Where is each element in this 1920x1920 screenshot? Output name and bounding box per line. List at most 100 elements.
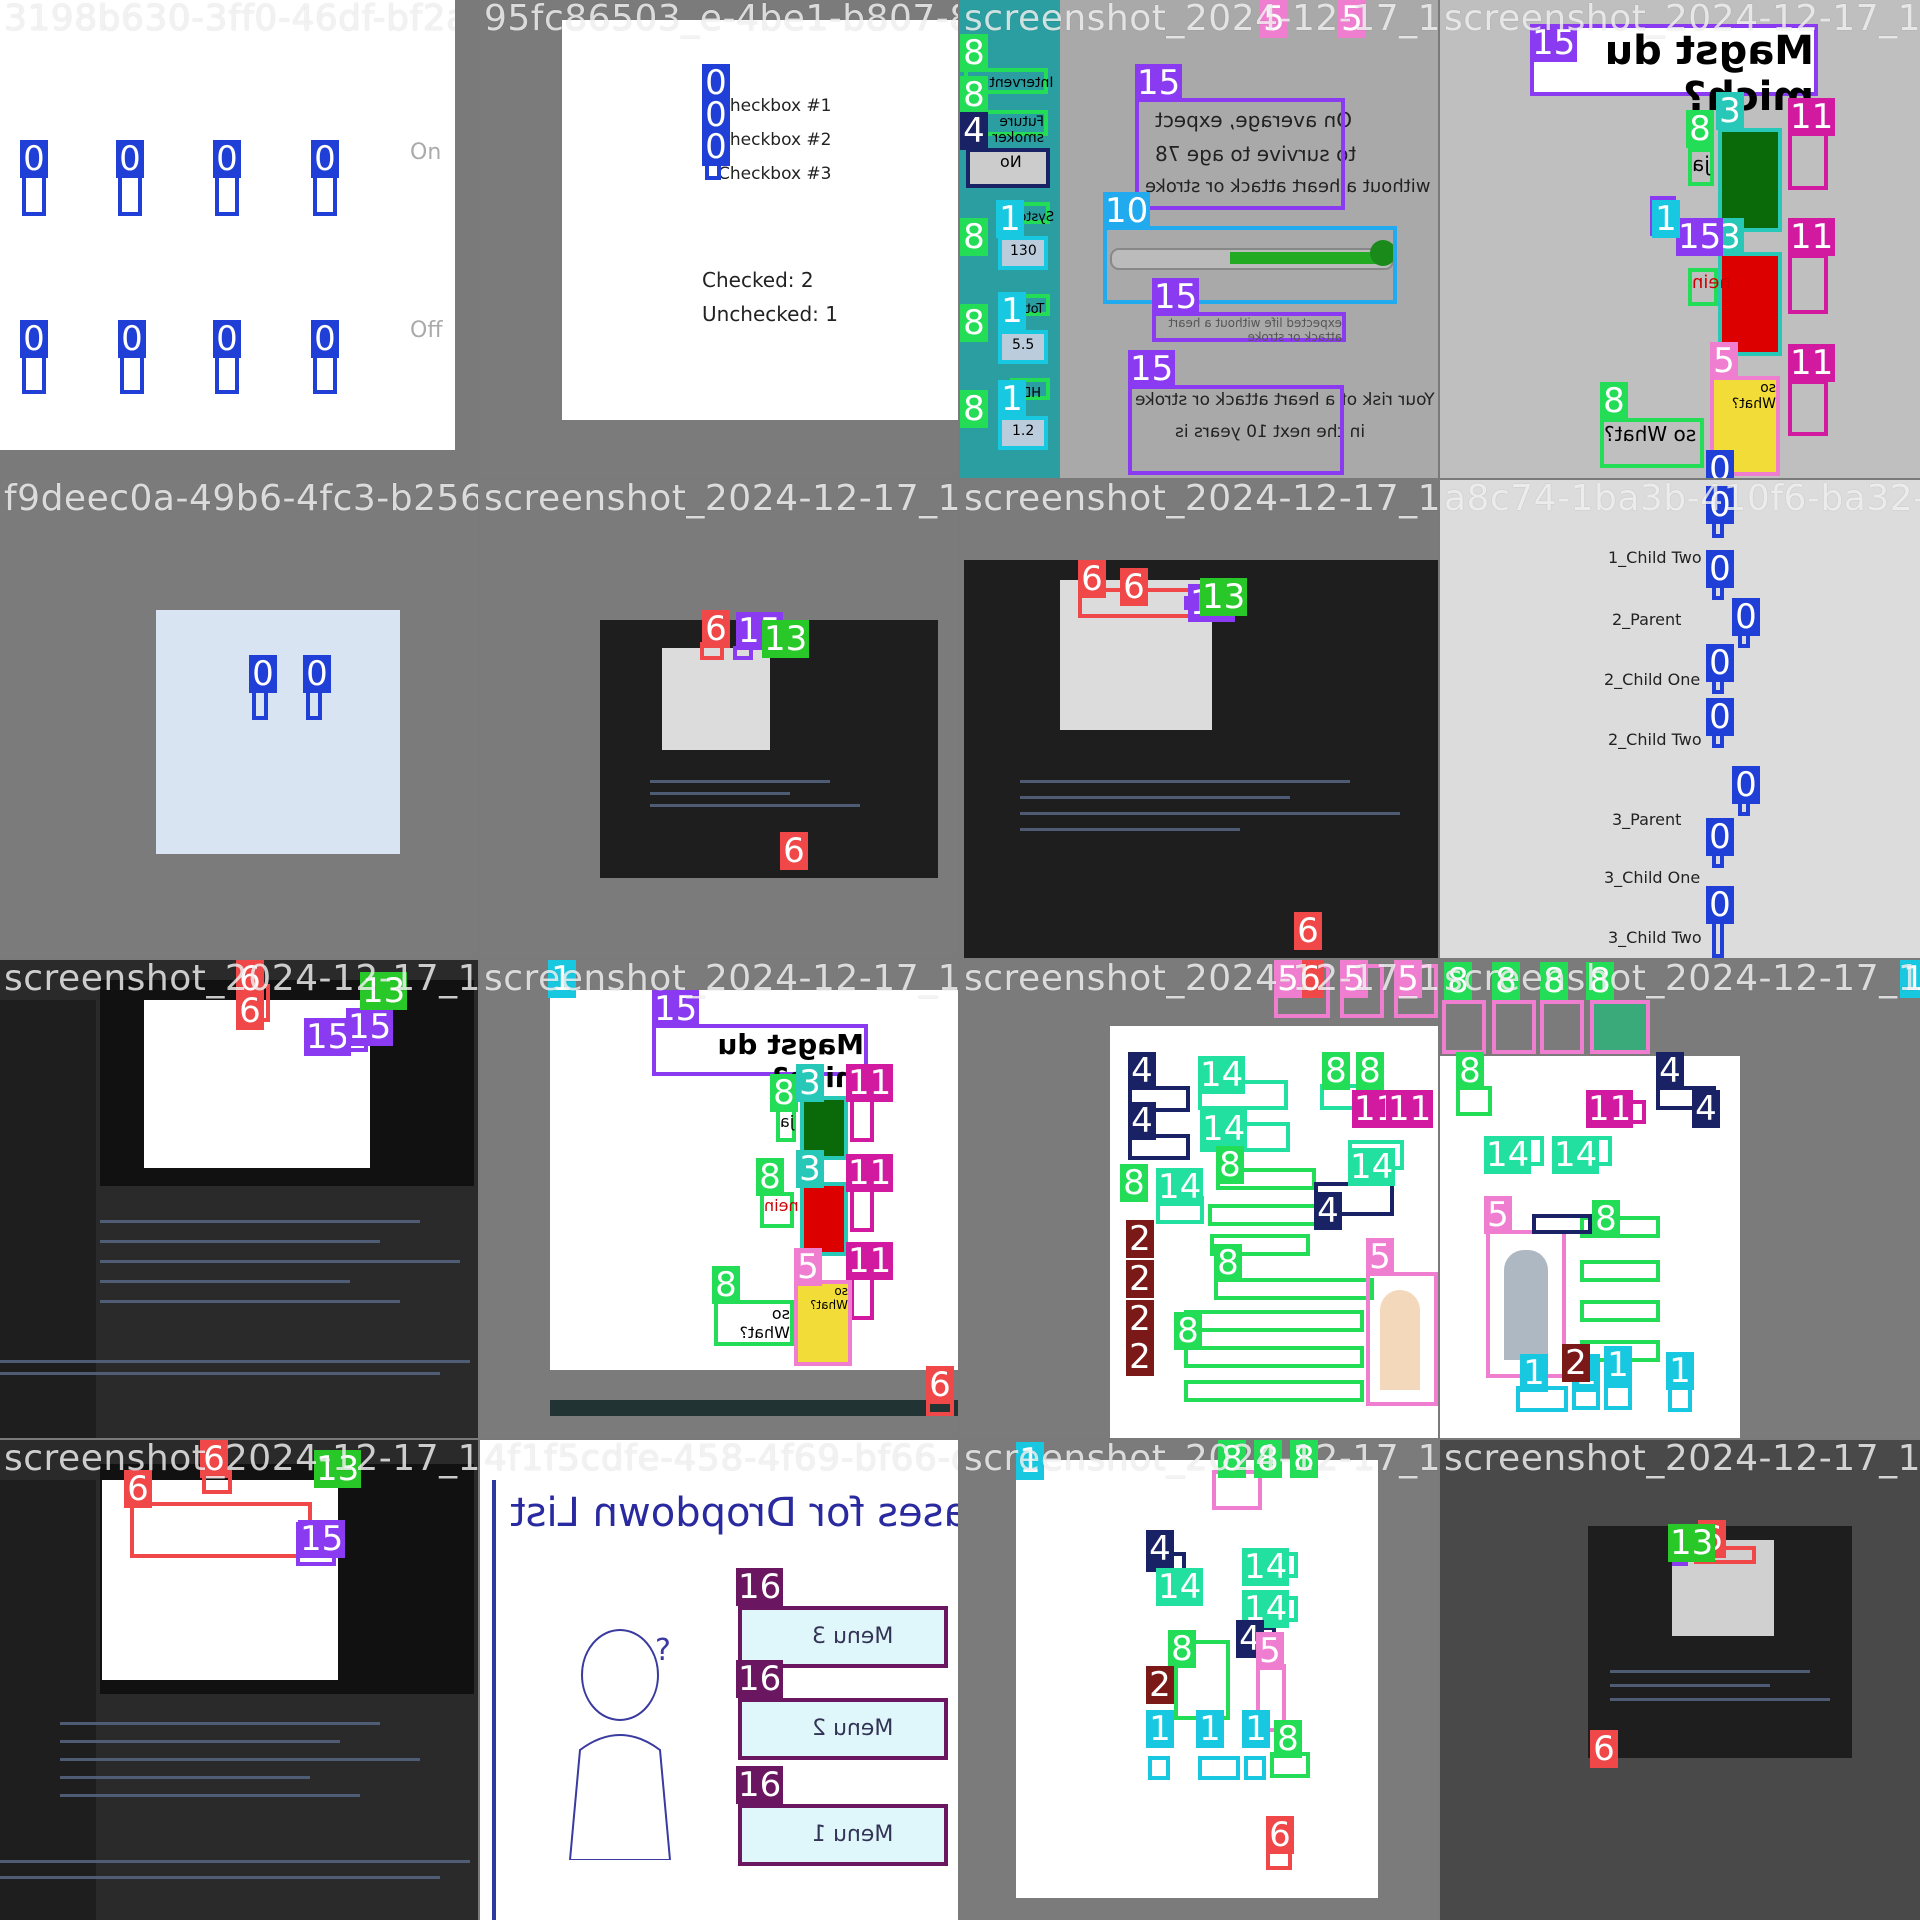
class-label-badge: 5	[1256, 1632, 1284, 1670]
class-label-badge: 4	[1314, 1192, 1342, 1230]
code-line	[650, 804, 860, 807]
class-label-badge: 6	[780, 832, 808, 870]
class-label-badge: 8	[1168, 1630, 1196, 1668]
thumb-2[interactable]	[1492, 1000, 1536, 1054]
code-line	[1020, 812, 1400, 815]
code-line	[60, 1758, 420, 1761]
so-what-radio[interactable]	[1788, 380, 1828, 436]
class-label-badge: 1	[998, 380, 1026, 418]
class-label-badge: 1	[998, 292, 1026, 330]
button-load[interactable]	[1604, 1384, 1632, 1410]
class-label-badge: 8	[1274, 1720, 1302, 1758]
class-label-badge: 15	[1128, 349, 1176, 389]
class-label-badge: 11	[1788, 343, 1836, 383]
class-label-badge: 5	[1366, 1238, 1394, 1276]
text-label: ja	[780, 1112, 795, 1131]
class-label-badge: 10	[1103, 191, 1151, 231]
class-label-badge: 6	[926, 1366, 954, 1404]
button-3[interactable]	[1244, 1756, 1266, 1780]
class-label-badge: 3	[1716, 92, 1744, 130]
class-label-badge: 0	[1706, 550, 1734, 588]
thumb-4[interactable]	[1590, 1000, 1650, 1054]
so-what-label: so What?	[714, 1300, 794, 1346]
class-label-badge: 1	[1604, 1346, 1632, 1384]
hdl-input[interactable]: 1.2	[998, 416, 1048, 450]
field-row-2	[1580, 1260, 1660, 1282]
class-label-badge: 11	[1788, 97, 1836, 137]
ide-sidebar	[0, 1480, 96, 1920]
tree-item-3: 2_Child One	[1604, 670, 1701, 689]
tile-heart-risk: screenshot_2024-12-17_15-38 Intervention…	[960, 0, 1438, 478]
nein-label: nein	[760, 1192, 799, 1228]
nein-button[interactable]	[800, 1182, 848, 1256]
class-label-badge: 6	[1294, 912, 1322, 950]
total-input[interactable]: 5.5	[998, 330, 1048, 364]
class-label-badge: 8	[960, 76, 988, 114]
nein-radio[interactable]	[1788, 254, 1828, 314]
class-label-badge: 2	[1126, 1300, 1154, 1338]
tree-item-2: 2_Parent	[1612, 610, 1682, 629]
ja-label: ja	[1688, 148, 1714, 186]
class-label-badge: 13	[1668, 1523, 1716, 1563]
code-line	[1020, 796, 1290, 799]
risk-slider[interactable]	[1103, 226, 1397, 304]
label-row-2	[1208, 1204, 1318, 1226]
tile-ide: screenshot_2024-12-17_15- 6 6 15 13 6	[960, 480, 1438, 958]
class-label-badge: 0	[1706, 698, 1734, 736]
class-label-badge: 11	[846, 1063, 894, 1103]
label-on: On	[410, 140, 442, 165]
smoker-dropdown[interactable]: No	[966, 148, 1050, 188]
tile-ide-small-2: screenshot_2024-12-17_15- 6 13 6	[1440, 1440, 1920, 1920]
tile-title: 4f1f5cdfe-458-4f69-bf66-d6	[484, 1440, 958, 1479]
tile-magst-du-mich: screenshot_2024-12-17_15- Magst du mich?…	[1440, 0, 1920, 478]
class-label-badge: 8	[1686, 110, 1714, 148]
class-label-badge: 1	[1652, 200, 1680, 238]
dialog-panel	[156, 610, 400, 854]
class-label-badge: 16	[736, 1567, 784, 1607]
tile-title: screenshot_2024-12-17_15-	[964, 960, 1438, 999]
class-label-badge: 1	[1666, 1352, 1694, 1390]
text-label: Test Cases for Dropdown List	[510, 1490, 958, 1536]
class-label-badge: 3	[796, 1064, 824, 1102]
question-title: Magst du mich?	[652, 1024, 868, 1094]
label-row-7	[1184, 1380, 1364, 1402]
class-label-badge: 8	[960, 218, 988, 256]
class-label-badge: 8	[1456, 1052, 1484, 1090]
button-1[interactable]	[1148, 1756, 1170, 1780]
code-line	[100, 1220, 420, 1223]
class-label-badge: 6	[1590, 1730, 1618, 1768]
code-line	[60, 1776, 310, 1779]
tile-title: a8c74-1ba3b-410f6-ba32-4	[1444, 480, 1920, 519]
class-label-badge: 8	[960, 34, 988, 72]
code-line	[100, 1280, 350, 1283]
menu-3-dropdown[interactable]: Menu 1	[738, 1804, 948, 1866]
tile-ide-form: screenshot_2024-12-17_15-47 6 6 15 13	[0, 1440, 478, 1920]
label-row-5	[1184, 1310, 1364, 1332]
button-2[interactable]	[1198, 1756, 1240, 1780]
code-line	[650, 780, 830, 783]
class-label-badge: 6	[1266, 1816, 1294, 1854]
systolic-input[interactable]: 130	[998, 236, 1048, 270]
field-row-3	[1580, 1300, 1660, 1322]
class-label-badge: 14	[1552, 1135, 1600, 1175]
class-label-badge: 0	[116, 140, 144, 178]
class-label-badge: 0	[1732, 598, 1760, 636]
ja-radio[interactable]	[1788, 130, 1828, 190]
code-line	[650, 792, 790, 795]
thumb-3[interactable]	[1540, 1000, 1584, 1054]
menu-2-dropdown[interactable]: Menu 2	[738, 1698, 948, 1760]
class-label-badge: 14	[1156, 1167, 1204, 1207]
class-label-badge: 0	[213, 320, 241, 358]
sticky-note: so What?	[794, 1280, 852, 1366]
tile-ide-tall: screenshot_2024-12-17_15-46 66 1515 13	[0, 960, 478, 1438]
thumb-1[interactable]	[1442, 1000, 1486, 1054]
dropdown-b[interactable]	[1532, 1214, 1592, 1234]
selection-large[interactable]	[130, 1502, 312, 1558]
class-label-badge: 4	[1692, 1090, 1720, 1128]
class-label-badge: 8	[1322, 1052, 1350, 1090]
class-label-badge: 5	[794, 1248, 822, 1286]
class-label-badge: 1	[1196, 1710, 1224, 1748]
class-label-badge: 0	[311, 140, 339, 178]
class-label-badge: 0	[303, 655, 331, 693]
code-line	[100, 1260, 460, 1263]
